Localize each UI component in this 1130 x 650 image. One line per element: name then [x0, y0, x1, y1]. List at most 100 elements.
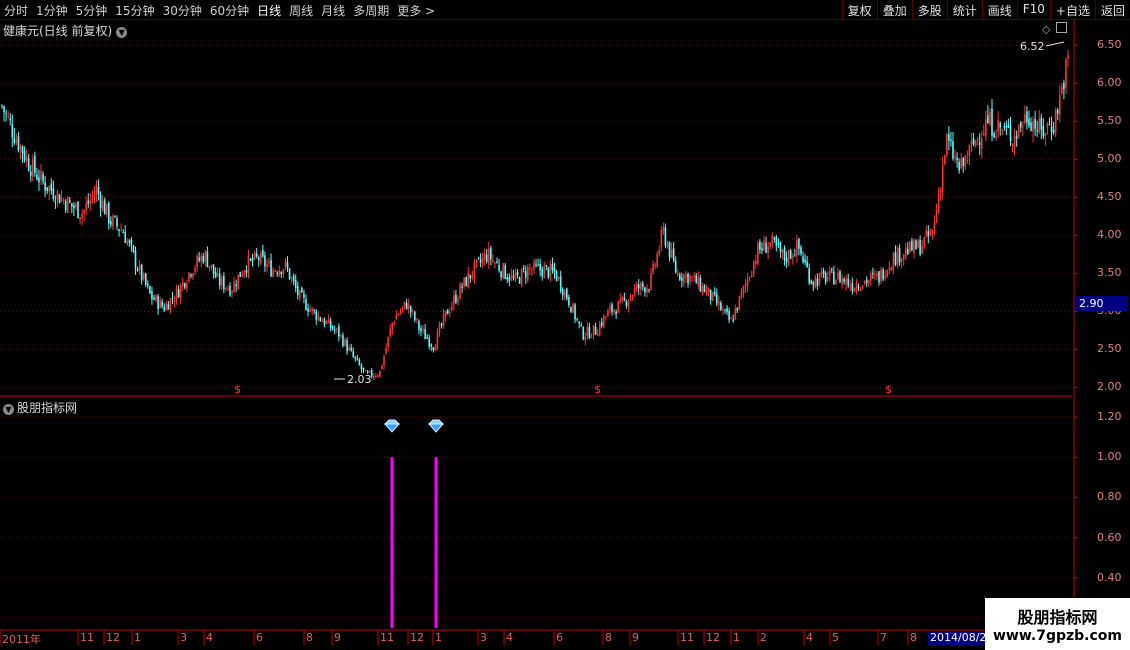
- chevron-down-icon[interactable]: ▼: [3, 404, 14, 415]
- candle-body: [600, 321, 603, 326]
- candle-body: [954, 156, 956, 159]
- kline-chart[interactable]: 6.52 2.03 $ $ $: [0, 0, 1130, 650]
- candle-body: [613, 309, 615, 313]
- candle-body: [623, 297, 626, 300]
- chart-title[interactable]: 健康元(日线 前复权) ▼: [3, 22, 128, 39]
- diamond-icon[interactable]: ◇: [1042, 23, 1050, 36]
- candle-body: [726, 308, 728, 313]
- candle-body: [463, 277, 465, 287]
- candle-body: [654, 264, 656, 266]
- toolbar-button-2[interactable]: 多股: [911, 0, 947, 19]
- candle-body: [502, 263, 504, 279]
- toolbar-button-0[interactable]: 复权: [841, 0, 877, 19]
- toolbar-button-4[interactable]: 画线: [981, 0, 1017, 19]
- candle-body: [444, 310, 447, 317]
- candle-body: [1042, 125, 1045, 137]
- tab-period-9[interactable]: 多周期: [353, 2, 389, 19]
- candle-body: [340, 334, 342, 336]
- candle-body: [970, 141, 973, 145]
- toolbar-button-5[interactable]: F10: [1016, 0, 1050, 19]
- candle-body: [609, 306, 611, 310]
- price-tick-label: 2.50: [1097, 342, 1122, 356]
- candle-body: [403, 301, 406, 307]
- low-price-label: 2.03: [347, 373, 372, 386]
- candle-body: [656, 253, 659, 267]
- candle-body: [902, 254, 905, 260]
- candle-body: [839, 271, 841, 283]
- candle-body: [1007, 125, 1010, 128]
- tab-period-10[interactable]: 更多 >: [397, 2, 435, 19]
- candle-body: [153, 297, 155, 300]
- tab-period-7[interactable]: 周线: [289, 2, 313, 19]
- candle-body: [60, 197, 63, 202]
- candle-body: [243, 270, 246, 275]
- candle-body: [978, 142, 981, 145]
- candle-body: [943, 155, 946, 164]
- candle-body: [266, 264, 268, 268]
- tab-period-6[interactable]: 日线: [257, 2, 281, 19]
- candle-body: [231, 291, 233, 293]
- candle-body: [757, 243, 759, 264]
- candle-body: [379, 370, 381, 377]
- candle-body: [666, 244, 669, 247]
- candle-body: [130, 239, 133, 246]
- candle-body: [327, 318, 330, 324]
- time-axis-label: 11: [380, 631, 394, 644]
- candle-body: [524, 270, 527, 278]
- candle-body: [904, 247, 907, 257]
- candle-body: [800, 247, 802, 254]
- candle-body: [105, 203, 108, 215]
- toolbar-button-7[interactable]: 返回: [1094, 0, 1130, 19]
- candle-body: [874, 274, 876, 276]
- candle-body: [886, 269, 889, 277]
- tab-period-0[interactable]: 分时: [4, 2, 28, 19]
- candle-body: [9, 118, 12, 121]
- time-axis-label: 8: [306, 631, 313, 644]
- indicator-title[interactable]: ▼ 股朋指标网: [3, 399, 77, 416]
- candle-body: [477, 257, 480, 259]
- time-axis-label: 4: [806, 631, 813, 644]
- tab-period-3[interactable]: 15分钟: [115, 2, 154, 19]
- tab-period-2[interactable]: 5分钟: [76, 2, 108, 19]
- candle-body: [927, 231, 930, 237]
- candle-body: [637, 284, 640, 289]
- candle-body: [344, 339, 346, 346]
- candle-body: [204, 251, 207, 262]
- candle-body: [350, 347, 352, 351]
- candle-body: [950, 139, 952, 142]
- candle-body: [280, 271, 283, 274]
- window-icon[interactable]: [1056, 22, 1068, 33]
- time-axis-label: 11: [80, 631, 94, 644]
- candle-body: [118, 229, 120, 231]
- chevron-down-icon[interactable]: ▼: [116, 27, 128, 38]
- candle-body: [701, 285, 704, 293]
- candle-body: [1015, 135, 1018, 139]
- candle-body: [179, 284, 182, 299]
- candle-body: [1026, 111, 1028, 123]
- tab-period-8[interactable]: 月线: [321, 2, 345, 19]
- candle-body: [991, 108, 993, 136]
- candle-body: [537, 264, 539, 266]
- candle-body: [87, 200, 90, 205]
- candle-body: [198, 257, 200, 261]
- candle-body: [681, 277, 683, 281]
- candle-body: [1003, 125, 1006, 128]
- candle-body: [976, 138, 979, 141]
- candle-body: [980, 138, 983, 149]
- candle-body: [161, 301, 164, 307]
- candle-body: [387, 336, 389, 348]
- candle-body: [785, 257, 788, 263]
- toolbar-button-3[interactable]: 统计: [946, 0, 982, 19]
- candle-body: [541, 268, 543, 277]
- toolbar-button-6[interactable]: +自选: [1049, 0, 1095, 19]
- candle-body: [633, 287, 636, 296]
- tab-period-5[interactable]: 60分钟: [210, 2, 249, 19]
- time-axis-label: 11: [680, 631, 694, 644]
- tab-period-1[interactable]: 1分钟: [36, 2, 68, 19]
- candle-body: [689, 275, 691, 282]
- toolbar-button-1[interactable]: 叠加: [876, 0, 912, 19]
- candle-body: [814, 277, 817, 288]
- candle-body: [381, 366, 383, 369]
- tab-period-4[interactable]: 30分钟: [163, 2, 202, 19]
- candle-body: [586, 326, 589, 337]
